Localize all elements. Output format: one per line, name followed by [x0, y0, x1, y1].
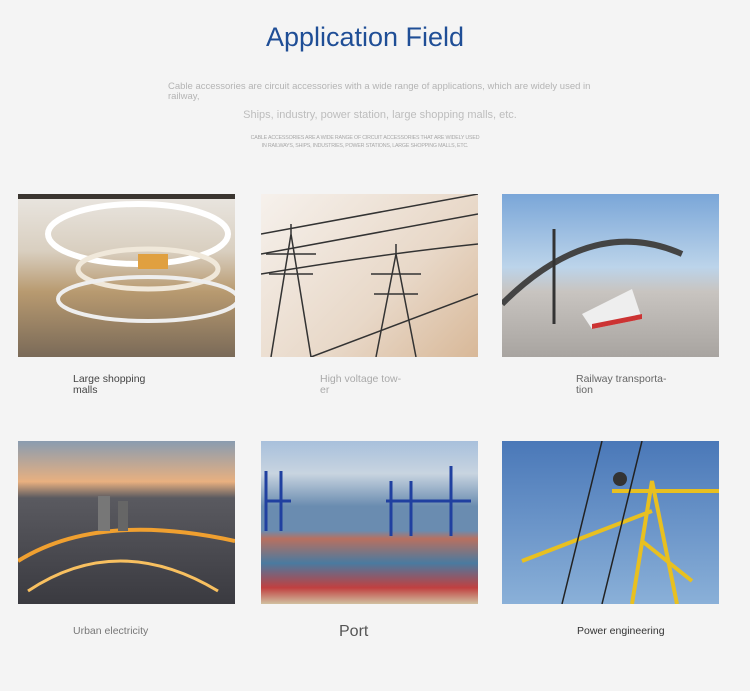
label-urban-electricity: Urban electricity [73, 625, 149, 637]
power-tower-photo [261, 194, 478, 357]
container-port-photo [261, 441, 478, 604]
label-large-shopping-malls: Large shopping malls [73, 373, 146, 396]
lineman-tower-photo [502, 441, 719, 604]
description: Cable accessories are circuit accessorie… [168, 81, 591, 102]
label-power-engineering: Power engineering [577, 625, 665, 637]
train-station-photo [502, 194, 719, 357]
description-caps: CABLE ACCESSORIES ARE A WIDE RANGE OF CI… [200, 134, 530, 150]
caps-line-2: IN RAILWAYS, SHIPS, INDUSTRIES, POWER ST… [261, 143, 469, 149]
description-secondary: Ships, industry, power station, large sh… [243, 109, 517, 121]
caps-line-1: CABLE ACCESSORIES ARE A WIDE RANGE OF CI… [250, 135, 480, 141]
shopping-mall-photo [18, 194, 235, 357]
label-port: Port [339, 623, 369, 640]
page-title: Application Field [265, 22, 465, 52]
label-railway-transportation: Railway transporta-tion [576, 373, 667, 396]
label-high-voltage-tower: High voltage tow-er [320, 373, 402, 396]
city-night-photo [18, 441, 235, 604]
